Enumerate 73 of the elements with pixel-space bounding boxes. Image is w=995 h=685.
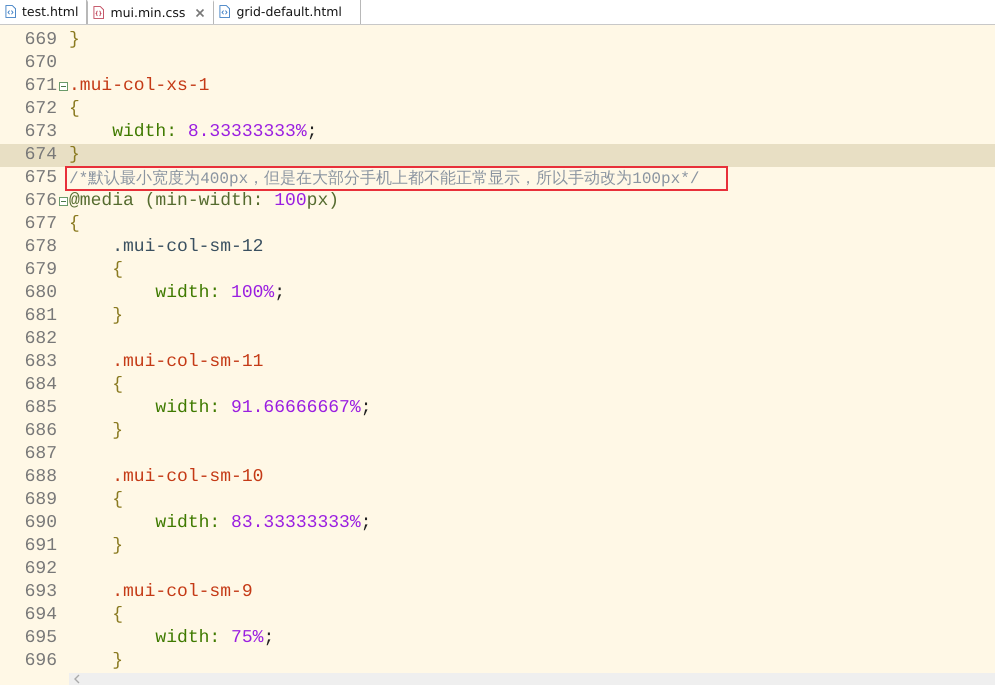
line-number: 687 xyxy=(24,444,57,464)
editor-tab[interactable]: grid-default.html xyxy=(214,0,362,24)
punctuation-token: ; xyxy=(360,513,372,534)
brace-token: } xyxy=(111,306,124,326)
line-number: 670 xyxy=(24,53,57,74)
brace-token: } xyxy=(111,421,124,442)
selector-token: .mui-col-sm-10 xyxy=(111,467,264,488)
line-number: 694 xyxy=(24,605,57,626)
line-number: 671 xyxy=(24,76,57,96)
number-token: 91.66666667% xyxy=(231,398,361,418)
collapse-icon[interactable] xyxy=(58,196,68,206)
line-number: 690 xyxy=(24,513,57,534)
property-token: width: xyxy=(154,513,222,534)
line-number: 682 xyxy=(24,329,57,350)
brace-token: { xyxy=(111,260,124,280)
html-file-icon xyxy=(219,5,230,18)
line-number: 676 xyxy=(24,191,57,212)
line-number: 692 xyxy=(24,559,57,580)
number-token: 100 xyxy=(274,191,307,212)
property-token: width: xyxy=(154,628,222,648)
number-token: 8.33333333% xyxy=(188,122,307,142)
line-number: 679 xyxy=(24,260,57,280)
line-number: 681 xyxy=(24,306,57,326)
line-number: 686 xyxy=(24,421,57,442)
line-number: 685 xyxy=(24,398,57,418)
horizontal-scrollbar[interactable] xyxy=(69,672,995,685)
punctuation-token: ; xyxy=(306,122,318,142)
number-token: 100% xyxy=(231,283,274,304)
brace-token: { xyxy=(111,375,124,396)
brace-token: } xyxy=(111,536,124,556)
line-number: 675 xyxy=(24,168,57,188)
line-number: 680 xyxy=(24,283,57,304)
media-query-token: px) xyxy=(306,191,340,212)
line-number: 669 xyxy=(24,30,57,50)
selector-token: .mui-col-xs-1 xyxy=(69,76,210,96)
number-token: 83.33333333% xyxy=(231,513,361,534)
line-number: 683 xyxy=(24,352,57,372)
line-number: 695 xyxy=(24,628,57,648)
collapse-icon[interactable] xyxy=(58,82,68,91)
css-file-icon xyxy=(93,6,104,20)
brace-token: } xyxy=(69,145,80,166)
line-number: 684 xyxy=(24,375,57,396)
punctuation-token: ; xyxy=(263,628,274,648)
brace-token: } xyxy=(111,651,124,672)
line-number: 693 xyxy=(24,582,57,602)
line-number: 673 xyxy=(24,122,57,142)
line-number: 677 xyxy=(24,214,57,234)
line-number: 678 xyxy=(24,237,57,258)
brace-token: } xyxy=(69,30,80,50)
html-file-icon xyxy=(5,5,16,18)
line-number: 672 xyxy=(24,99,57,120)
code-comment: /*默认最小宽度为400px，但是在大部分手机上都不能正常显示，所以手动改为100px*/ xyxy=(69,168,700,189)
line-number: 688 xyxy=(24,467,57,488)
brace-token: { xyxy=(111,605,124,626)
property-token: width: xyxy=(111,122,178,142)
property-token: width: xyxy=(154,398,222,418)
close-icon[interactable] xyxy=(195,8,206,18)
editor-tab[interactable]: mui.min.css xyxy=(87,0,214,24)
brace-token: { xyxy=(111,490,124,510)
line-number: 691 xyxy=(24,536,57,556)
media-query-token: @media (min-width: xyxy=(69,191,264,212)
brace-token: { xyxy=(69,99,80,120)
line-number: 689 xyxy=(24,490,57,510)
brace-token: { xyxy=(69,214,80,234)
selector-token: .mui-col-sm-11 xyxy=(111,352,264,372)
line-number: 674 xyxy=(24,145,57,166)
punctuation-token: ; xyxy=(360,398,372,418)
number-token: 75% xyxy=(231,628,264,648)
selector-token: .mui-col-sm-9 xyxy=(111,582,253,602)
punctuation-token: ; xyxy=(274,283,286,304)
line-number: 696 xyxy=(24,651,57,672)
property-token: width: xyxy=(154,283,222,304)
selector-token: .mui-col-sm-12 xyxy=(111,237,264,258)
